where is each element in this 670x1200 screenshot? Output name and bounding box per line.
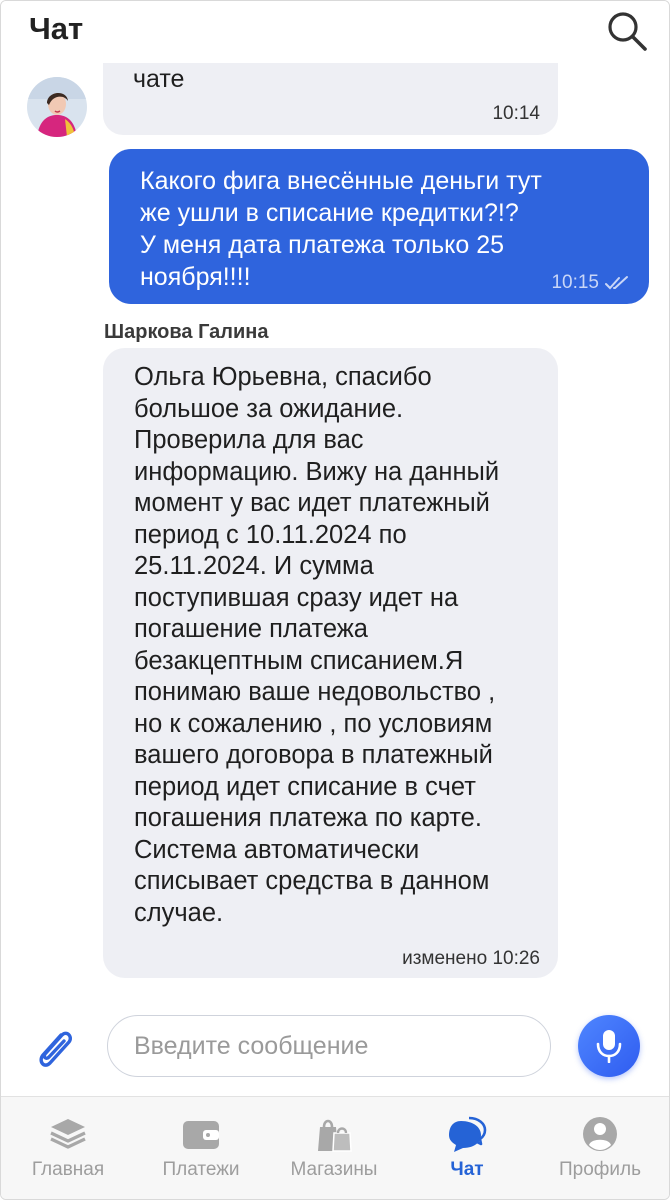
message-bubble-outgoing[interactable]: Какого фига внесённые деньги тут же ушли… [109, 149, 649, 304]
paperclip-icon[interactable] [31, 1023, 79, 1075]
nav-label: Платежи [162, 1159, 240, 1180]
message-time: 10:14 [492, 103, 540, 124]
shopping-bag-icon [318, 1119, 352, 1152]
nav-item-shops[interactable]: Магазины [267, 1097, 401, 1199]
message-text: Какого фига внесённые деньги тут же ушли… [140, 167, 542, 291]
nav-label: Магазины [290, 1159, 378, 1180]
nav-item-chat[interactable]: Чат [400, 1097, 534, 1199]
message-time: изменено 10:26 [402, 948, 540, 969]
microphone-icon [596, 1030, 622, 1063]
nav-label: Профиль [558, 1159, 642, 1180]
nav-item-home[interactable]: Главная [1, 1097, 135, 1199]
page-title: Чат [29, 11, 84, 46]
wallet-icon [183, 1121, 219, 1149]
bottom-navigation: Главная Платежи Магазины Чат Профиль [1, 1096, 669, 1199]
layers-icon [50, 1119, 86, 1149]
message-text: пожалуйста, оставайтесь в чате [133, 65, 185, 93]
message-bubble-incoming[interactable]: Ольга Юрьевна, спасибо большое за ожидан… [103, 348, 558, 978]
avatar[interactable] [27, 77, 87, 137]
message-input-placeholder: Введите сообщение [134, 1032, 369, 1060]
avatar-image [27, 77, 87, 137]
sender-name: Шаркова Галина [104, 321, 269, 343]
nav-label: Главная [31, 1159, 105, 1180]
search-icon[interactable] [605, 9, 649, 53]
nav-item-profile[interactable]: Профиль [533, 1097, 667, 1199]
app-frame: Чат пожалуйста, оставайтесь в чате 10:14… [0, 0, 670, 1200]
message-time: 10:15 [551, 272, 599, 293]
message-composer: Введите сообщение [1, 1003, 669, 1095]
message-text: Ольга Юрьевна, спасибо большое за ожидан… [134, 363, 500, 927]
read-checkmarks-icon [605, 276, 628, 290]
microphone-button[interactable] [578, 1015, 640, 1077]
message-bubble-incoming-previous[interactable]: пожалуйста, оставайтесь в чате 10:14 [103, 63, 558, 135]
message-input[interactable]: Введите сообщение [107, 1015, 551, 1077]
profile-icon [583, 1117, 617, 1151]
header: Чат [1, 1, 669, 63]
nav-item-payments[interactable]: Платежи [134, 1097, 268, 1199]
nav-label: Чат [450, 1159, 484, 1180]
chat-messages[interactable]: пожалуйста, оставайтесь в чате 10:14 Как… [1, 63, 669, 1003]
chat-bubbles-icon [449, 1116, 487, 1152]
